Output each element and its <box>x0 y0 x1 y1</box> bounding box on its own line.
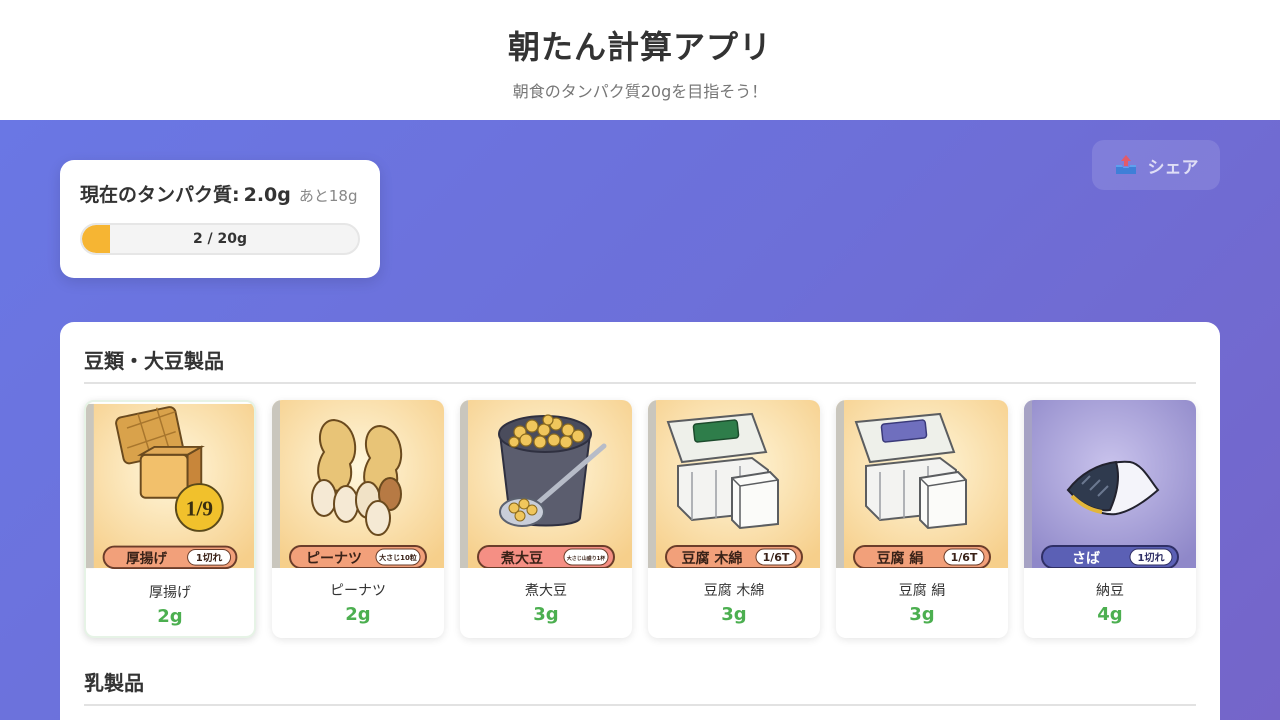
food-name: 納豆 <box>1096 583 1124 599</box>
svg-text:豆腐 絹: 豆腐 絹 <box>877 550 924 567</box>
food-card-natto[interactable]: さば 1切れ 納豆 4g <box>1024 400 1196 638</box>
food-panel: 豆類・大豆製品 1/9 厚揚げ 1切れ 厚揚げ 2g ピーナツ 大さじ10粒 ピ… <box>60 322 1220 720</box>
food-protein: 4g <box>1097 604 1123 625</box>
svg-text:大さじ10粒: 大さじ10粒 <box>379 553 417 562</box>
svg-text:豆腐 木綿: 豆腐 木綿 <box>682 550 743 567</box>
app-header: 朝たん計算アプリ 朝食のタンパク質20gを目指そう！ <box>0 0 1280 120</box>
food-protein: 2g <box>157 606 183 627</box>
food-card-atsuage[interactable]: 1/9 厚揚げ 1切れ 厚揚げ 2g <box>84 400 256 638</box>
svg-text:さば: さば <box>1072 551 1100 567</box>
food-protein: 2g <box>345 604 371 625</box>
status-label: 現在のタンパク質: <box>80 184 240 206</box>
svg-text:1/6T: 1/6T <box>951 551 978 564</box>
section-title-beans: 豆類・大豆製品 <box>84 344 1196 384</box>
food-protein: 3g <box>909 604 935 625</box>
food-name: 煮大豆 <box>525 583 567 599</box>
status-remaining: あと18g <box>298 187 358 205</box>
food-image-natto: さば 1切れ <box>1024 400 1196 568</box>
food-card-peanuts[interactable]: ピーナツ 大さじ10粒 ピーナツ 2g <box>272 400 444 638</box>
svg-text:1切れ: 1切れ <box>196 552 223 564</box>
food-name: 厚揚げ <box>149 585 191 601</box>
main-area: 現在のタンパク質: 2.0 g あと18g 2 / 20g シェア 豆類・大豆製品 <box>0 120 1280 720</box>
food-name: 豆腐 絹 <box>898 583 946 599</box>
progress-text: 2 / 20g <box>192 231 248 247</box>
svg-text:厚揚げ: 厚揚げ <box>126 550 167 567</box>
food-name: 豆腐 木綿 <box>703 583 765 599</box>
share-tray-icon <box>1114 153 1138 177</box>
share-label: シェア <box>1147 157 1199 178</box>
protein-status-card: 現在のタンパク質: 2.0 g あと18g 2 / 20g <box>60 160 380 278</box>
status-line: 現在のタンパク質: 2.0 g あと18g <box>80 180 360 207</box>
food-image-atsuage: 1/9 厚揚げ 1切れ <box>86 402 254 570</box>
svg-text:煮大豆: 煮大豆 <box>500 550 543 567</box>
food-card-tofu-kinu[interactable]: 豆腐 絹 1/6T 豆腐 絹 3g <box>836 400 1008 638</box>
svg-text:1/6T: 1/6T <box>763 551 790 564</box>
food-image-peanuts: ピーナツ 大さじ10粒 <box>272 400 444 568</box>
food-protein: 3g <box>533 604 559 625</box>
svg-text:1/9: 1/9 <box>186 496 213 520</box>
section-title-dairy: 乳製品 <box>84 666 1196 706</box>
food-name: ピーナツ <box>330 583 386 599</box>
share-button[interactable]: シェア <box>1092 140 1220 190</box>
svg-text:1切れ: 1切れ <box>1138 552 1165 564</box>
food-card-tofu-momen[interactable]: 豆腐 木綿 1/6T 豆腐 木綿 3g <box>648 400 820 638</box>
status-unit: g <box>277 184 291 206</box>
status-value: 2.0 <box>243 184 278 206</box>
page-subtitle: 朝食のタンパク質20gを目指そう！ <box>512 82 768 101</box>
svg-text:ピーナツ: ピーナツ <box>306 551 362 567</box>
food-protein: 3g <box>721 604 747 625</box>
progress-bar: 2 / 20g <box>80 223 360 255</box>
food-image-tofu-kinu: 豆腐 絹 1/6T <box>836 400 1008 568</box>
svg-text:大さじ山盛り1杯: 大さじ山盛り1杯 <box>567 555 606 562</box>
food-image-boiled-soybeans: 煮大豆 大さじ山盛り1杯 <box>460 400 632 568</box>
food-image-tofu-momen: 豆腐 木綿 1/6T <box>648 400 820 568</box>
page-title: 朝たん計算アプリ <box>507 28 772 66</box>
food-grid: 1/9 厚揚げ 1切れ 厚揚げ 2g ピーナツ 大さじ10粒 ピーナツ 2g 煮… <box>84 400 1196 638</box>
food-card-boiled-soybeans[interactable]: 煮大豆 大さじ山盛り1杯 煮大豆 3g <box>460 400 632 638</box>
